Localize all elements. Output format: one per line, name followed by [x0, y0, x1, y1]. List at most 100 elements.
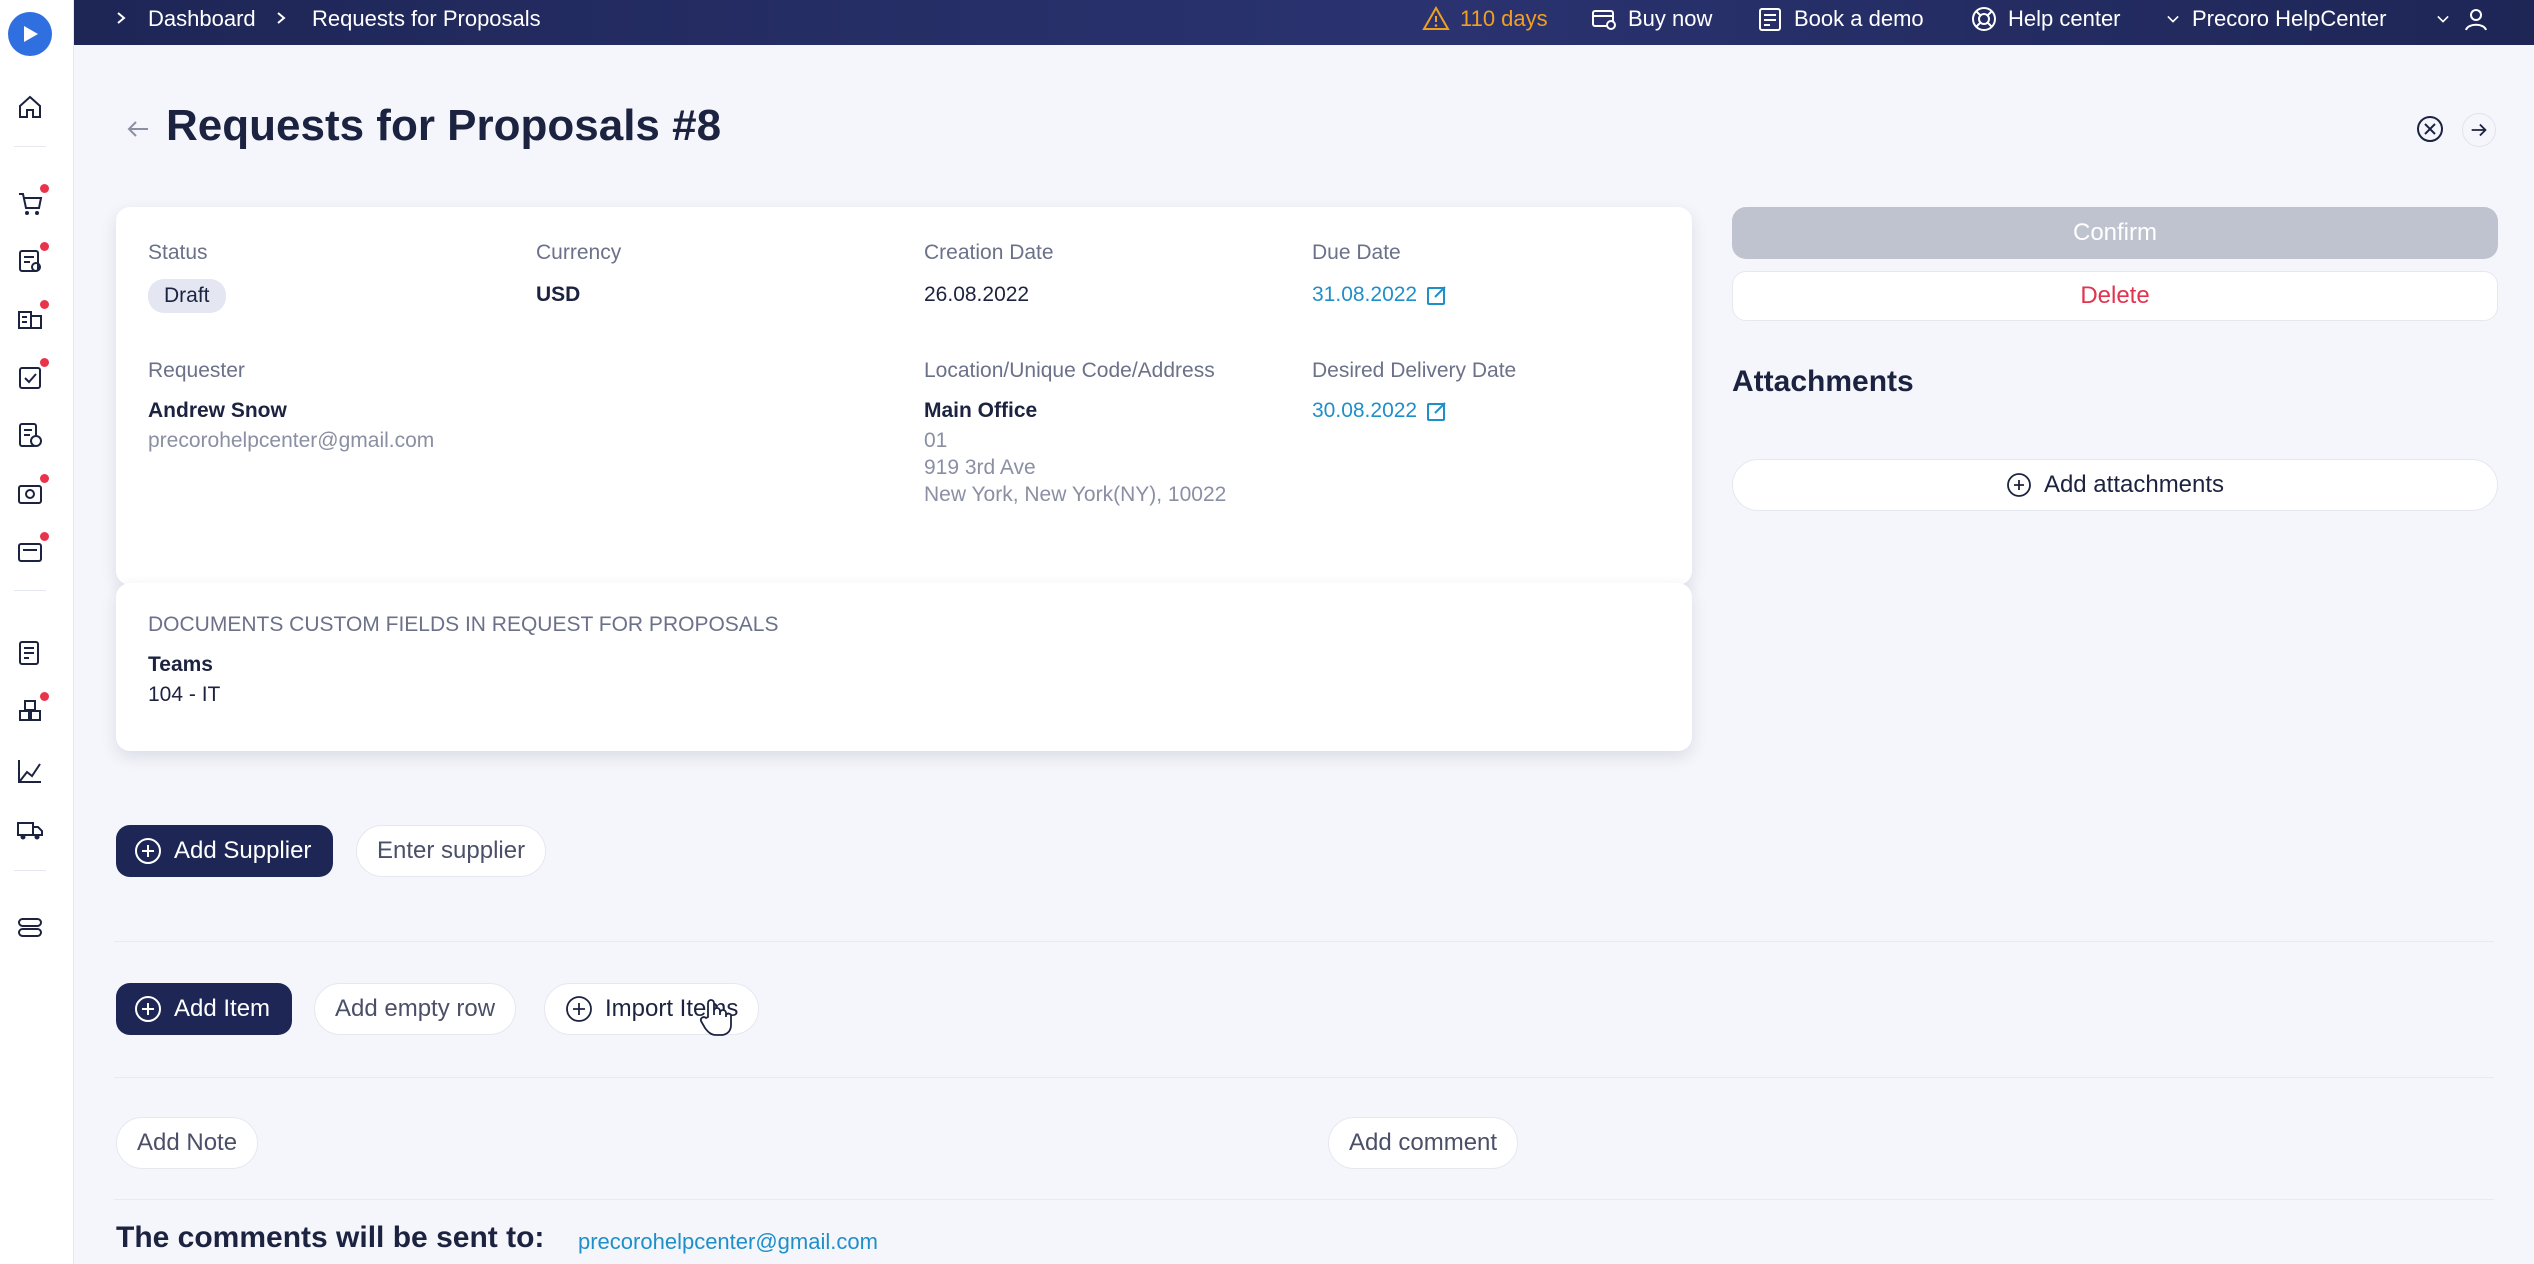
- arrow-right-icon: [2471, 123, 2487, 137]
- trial-days-text: 110 days: [1460, 6, 1548, 31]
- add-empty-row-button[interactable]: Add empty row: [314, 983, 517, 1035]
- account-switcher[interactable]: Precoro HelpCenter: [2164, 0, 2386, 38]
- account-name: Precoro HelpCenter: [2192, 6, 2387, 31]
- purchase-requisitions-icon[interactable]: [15, 184, 49, 218]
- location-code: 01: [924, 429, 948, 452]
- confirm-button[interactable]: Confirm: [1732, 207, 2498, 259]
- breadcrumb-chevron-icon: [117, 12, 126, 24]
- currency-value: USD: [536, 283, 581, 306]
- location-label: Location/Unique Code/Address: [924, 359, 1215, 382]
- add-supplier-button[interactable]: Add Supplier: [116, 825, 334, 877]
- book-demo-button[interactable]: Book a demo: [1756, 0, 1924, 38]
- notification-dot: [40, 184, 49, 193]
- edit-icon: [1427, 286, 1446, 305]
- sidebar-divider: [14, 870, 46, 871]
- currency-label: Currency: [536, 241, 622, 264]
- desired-delivery-link[interactable]: 30.08.2022: [1312, 399, 1449, 423]
- breadcrumb-rfp[interactable]: Requests for Proposals: [312, 0, 541, 38]
- payments-icon[interactable]: [15, 532, 49, 566]
- add-comment-button[interactable]: Add comment: [1328, 1117, 1519, 1169]
- user-menu[interactable]: [2434, 0, 2490, 38]
- add-attachments-button[interactable]: Add attachments: [1732, 459, 2498, 511]
- page-title: Requests for Proposals #8: [166, 101, 722, 150]
- cart-icon: [1592, 10, 1616, 30]
- section-divider: [114, 1077, 2494, 1078]
- top-bar: Dashboard Requests for Proposals 110 day…: [74, 0, 2534, 45]
- add-note-label: Add Note: [137, 1129, 238, 1156]
- user-icon: [2465, 9, 2487, 31]
- due-date-value: 31.08.2022: [1312, 283, 1418, 306]
- receipts-icon[interactable]: [15, 474, 49, 508]
- notification-dot: [40, 300, 49, 309]
- desired-delivery-label: Desired Delivery Date: [1312, 359, 1517, 382]
- invoices-icon[interactable]: [15, 420, 45, 450]
- back-arrow-icon[interactable]: [122, 113, 154, 145]
- add-supplier-label: Add Supplier: [174, 837, 312, 864]
- edit-icon: [1427, 402, 1446, 421]
- status-badge: Draft: [148, 279, 226, 313]
- due-date-label: Due Date: [1312, 241, 1401, 264]
- breadcrumb-chevron-icon: [277, 12, 286, 24]
- notification-dot: [40, 242, 49, 251]
- sidebar-divider: [14, 590, 46, 591]
- custom-field-label: Teams: [148, 653, 213, 676]
- notification-dot: [40, 474, 49, 483]
- rfp-icon[interactable]: [15, 242, 49, 276]
- location-city: New York, New York(NY), 10022: [924, 483, 1227, 506]
- requester-label: Requester: [148, 359, 245, 382]
- location-street: 919 3rd Ave: [924, 456, 1036, 479]
- warning-icon: [1422, 5, 1450, 30]
- suppliers-icon[interactable]: [15, 300, 49, 334]
- requester-name: Andrew Snow: [148, 399, 287, 422]
- inventory-icon[interactable]: [15, 692, 49, 726]
- plus-circle-icon: [135, 996, 161, 1022]
- next-document-button[interactable]: [2462, 113, 2496, 147]
- sidebar-divider: [14, 146, 46, 147]
- chevron-down-icon: [2167, 15, 2179, 23]
- breadcrumb-dashboard[interactable]: Dashboard: [148, 0, 256, 38]
- buy-now-button[interactable]: Buy now: [1590, 0, 1712, 38]
- budgets-icon[interactable]: [15, 638, 45, 668]
- attachments-heading: Attachments: [1732, 365, 1914, 398]
- notification-dot: [40, 358, 49, 367]
- due-date-link[interactable]: 31.08.2022: [1312, 283, 1449, 307]
- hand-cursor-icon: [699, 999, 732, 1036]
- main-content: Requests for Proposals #8 Status Draft C…: [74, 45, 2534, 1264]
- plus-circle-icon: [135, 838, 161, 864]
- details-card: Status Draft Currency USD Creation Date …: [116, 207, 1692, 585]
- creation-date-value: 26.08.2022: [924, 283, 1030, 306]
- status-label: Status: [148, 241, 208, 264]
- reports-icon[interactable]: [15, 756, 45, 786]
- book-demo-label: Book a demo: [1794, 6, 1924, 31]
- add-comment-label: Add comment: [1349, 1129, 1498, 1156]
- enter-supplier-button[interactable]: Enter supplier: [356, 825, 547, 877]
- add-item-button[interactable]: Add Item: [116, 983, 293, 1035]
- notification-dot: [40, 532, 49, 541]
- home-icon[interactable]: [15, 92, 45, 122]
- enter-supplier-label: Enter supplier: [377, 837, 526, 864]
- trial-days-indicator[interactable]: 110 days: [1422, 0, 1548, 38]
- sidebar: [0, 0, 74, 1264]
- close-icon[interactable]: [2414, 113, 2446, 145]
- plus-circle-icon: [2007, 473, 2031, 497]
- approvals-icon[interactable]: [15, 358, 49, 392]
- comments-recipient-email[interactable]: precorohelpcenter@gmail.com: [578, 1229, 878, 1255]
- add-item-label: Add Item: [174, 995, 271, 1022]
- precoro-logo[interactable]: [8, 12, 52, 56]
- add-attachments-label: Add attachments: [2043, 471, 2225, 498]
- notification-dot: [40, 692, 49, 701]
- chevron-down-icon: [2437, 15, 2449, 23]
- add-note-button[interactable]: Add Note: [116, 1117, 259, 1169]
- creation-date-label: Creation Date: [924, 241, 1054, 264]
- custom-field-value: 104 - IT: [148, 683, 221, 706]
- help-center-button[interactable]: Help center: [1970, 0, 2121, 38]
- custom-fields-heading: DOCUMENTS CUSTOM FIELDS IN REQUEST FOR P…: [148, 613, 779, 636]
- delete-button[interactable]: Delete: [1732, 271, 2498, 321]
- comments-recipients-label: The comments will be sent to:: [116, 1221, 545, 1254]
- requester-email: precorohelpcenter@gmail.com: [148, 429, 435, 452]
- plus-circle-icon: [566, 996, 592, 1022]
- help-center-label: Help center: [2008, 6, 2121, 31]
- settings-toggle-icon[interactable]: [15, 912, 45, 942]
- buy-now-label: Buy now: [1628, 6, 1713, 31]
- delivery-truck-icon[interactable]: [15, 814, 45, 844]
